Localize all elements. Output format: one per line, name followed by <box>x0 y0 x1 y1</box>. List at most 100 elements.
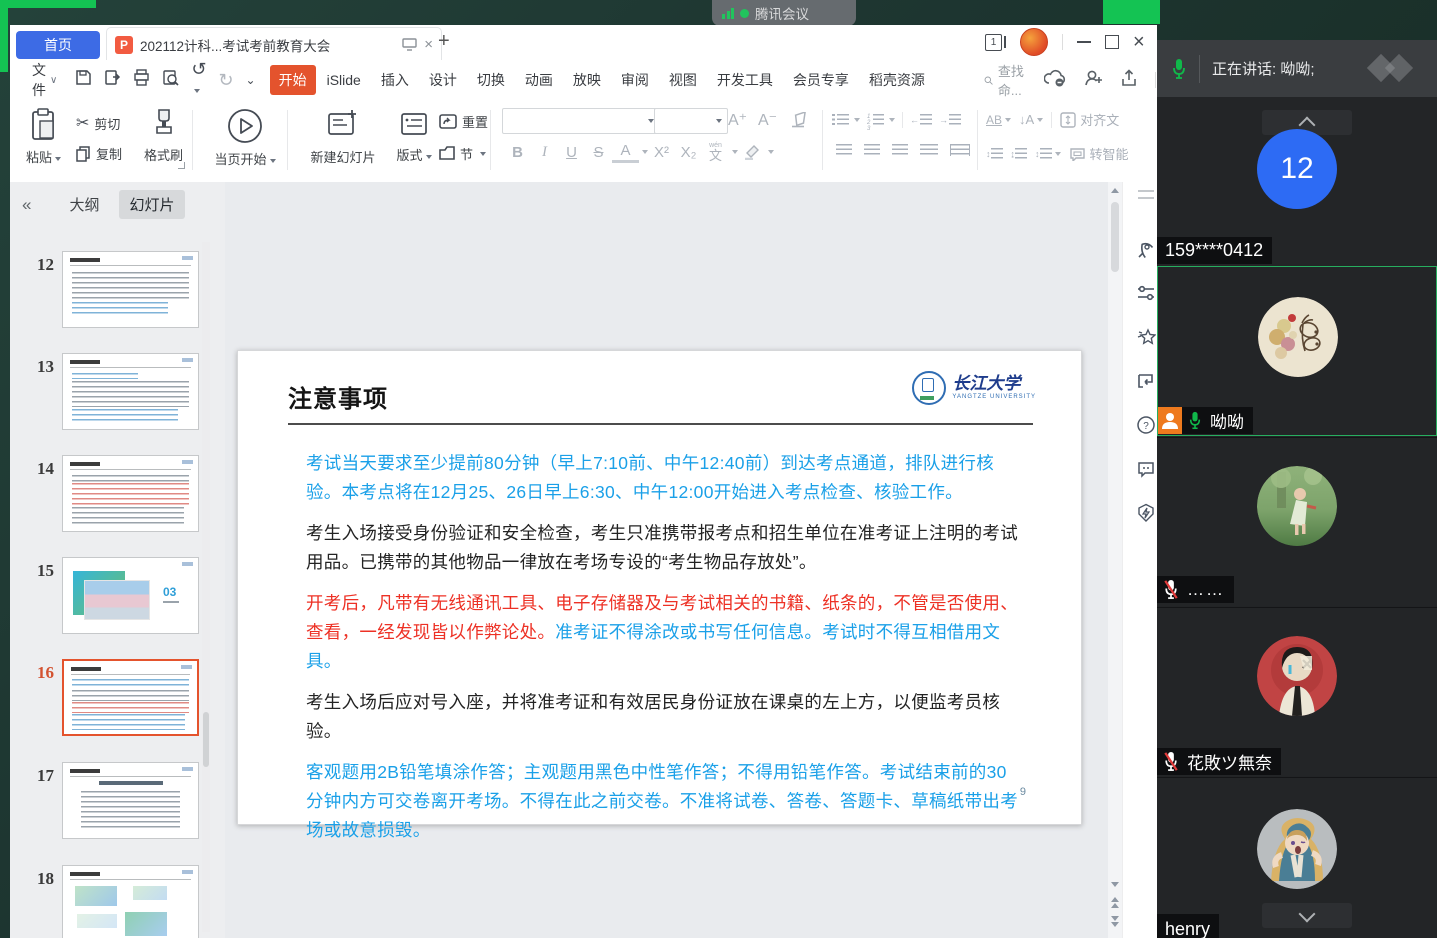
close-button[interactable]: × <box>1133 32 1145 52</box>
file-menu[interactable]: 文件 <box>32 60 46 100</box>
home-tab[interactable]: 首页 <box>16 31 100 59</box>
vertical-text-button[interactable]: ↓A <box>1019 112 1043 127</box>
tab-transition[interactable]: 切换 <box>468 65 514 95</box>
tab-devtools[interactable]: 开发工具 <box>708 65 782 95</box>
decrease-indent-button[interactable]: ← <box>910 114 932 126</box>
italic-button[interactable]: I <box>531 140 558 164</box>
new-slide-button[interactable]: 新建幻灯片 <box>300 108 386 166</box>
decrease-font-button[interactable]: A⁻ <box>754 108 781 132</box>
new-tab-button[interactable]: + <box>438 30 450 53</box>
para-space-remove-button[interactable]: ↨ <box>1011 148 1028 160</box>
section-button[interactable]: 节 <box>438 144 486 163</box>
paste-button[interactable]: 粘贴 <box>26 108 61 166</box>
tab-review[interactable]: 审阅 <box>612 65 658 95</box>
copy-button[interactable]: 复制 <box>76 144 122 163</box>
slide-thumb-14[interactable]: 14 <box>16 455 199 532</box>
save-button[interactable] <box>69 69 98 91</box>
add-user-icon[interactable] <box>1084 69 1104 92</box>
layout-button[interactable]: 版式 <box>392 108 436 164</box>
slide-thumb-18[interactable]: 18 <box>16 865 199 938</box>
align-center-button[interactable] <box>864 144 880 156</box>
redo-button[interactable]: ↻ <box>212 70 239 91</box>
slide-page[interactable]: 注意事项 长江大学 YANGTZE UNIVERSITY 考试当天要求至少提前8… <box>237 350 1082 825</box>
slide-thumb-13[interactable]: 13 <box>16 353 199 430</box>
clear-format-icon[interactable] <box>786 108 813 132</box>
clipboard-dialog-launcher[interactable] <box>178 162 185 169</box>
tab-design[interactable]: 设计 <box>420 65 466 95</box>
text-direction-button[interactable]: AB <box>986 113 1011 127</box>
numbered-list-button[interactable]: 123 <box>867 114 895 126</box>
line-spacing-button[interactable]: ↕ <box>1035 148 1061 160</box>
reset-button[interactable]: 重置 <box>438 112 488 131</box>
slides-tab[interactable]: 幻灯片 <box>119 190 184 219</box>
export-button[interactable] <box>98 69 127 91</box>
cut-button[interactable]: ✂ 剪切 <box>76 113 120 133</box>
close-tab-icon[interactable]: × <box>424 36 433 53</box>
tab-start[interactable]: 开始 <box>270 65 316 95</box>
tab-insert[interactable]: 插入 <box>372 65 418 95</box>
print-button[interactable] <box>127 69 156 91</box>
undo-button[interactable]: ↺ <box>185 59 212 101</box>
outline-tab[interactable]: 大纲 <box>59 190 109 219</box>
justify-button[interactable] <box>920 144 938 156</box>
tab-view[interactable]: 视图 <box>660 65 706 95</box>
font-size-combo[interactable] <box>654 108 728 134</box>
tab-member[interactable]: 会员专享 <box>784 65 858 95</box>
document-tab[interactable]: P 202112计科...考试考前教育大会 × <box>106 27 442 61</box>
align-left-button[interactable] <box>836 144 852 156</box>
tab-animation[interactable]: 动画 <box>516 65 562 95</box>
cloud-sync-icon[interactable] <box>1044 69 1068 92</box>
participant-tile-5[interactable]: henry <box>1157 777 1437 938</box>
strip-handle[interactable] <box>1138 190 1154 199</box>
slide-thumb-17[interactable]: 17 <box>16 762 199 839</box>
increase-font-button[interactable]: A⁺ <box>724 108 751 132</box>
present-screen-icon[interactable] <box>402 38 417 51</box>
highlight-caret[interactable] <box>768 150 774 154</box>
font-color-button[interactable]: A <box>612 141 639 163</box>
participant-tile-1[interactable]: 12 159****0412 <box>1157 97 1437 266</box>
tab-docer[interactable]: 稻壳资源 <box>860 65 934 95</box>
scroll-participants-down-button[interactable] <box>1262 903 1352 928</box>
bullet-list-button[interactable] <box>832 114 860 126</box>
strikethrough-button[interactable]: S <box>585 140 612 164</box>
align-text-button[interactable]: 对齐文 <box>1060 110 1119 129</box>
desktop-meeting-pill[interactable]: 腾讯会议 <box>712 0 856 26</box>
play-current-button[interactable]: 当页开始 <box>206 108 284 168</box>
increase-indent-button[interactable]: → <box>939 114 961 126</box>
pinyin-guide-button[interactable]: wén文 <box>702 140 729 164</box>
font-name-combo[interactable] <box>502 108 660 134</box>
tab-islide[interactable]: iSlide <box>318 67 370 93</box>
customize-toolbar-icon[interactable]: ⌄ <box>240 73 262 87</box>
participant-tile-2-speaking[interactable]: 呦呦 <box>1157 266 1437 436</box>
slide-thumb-15[interactable]: 15 03 <box>16 557 199 634</box>
collapse-panel-icon[interactable]: « <box>22 195 31 215</box>
subscript-button[interactable]: X₂ <box>675 140 702 164</box>
scroll-up-arrow[interactable] <box>1111 188 1119 193</box>
next-slide-button[interactable] <box>1108 916 1122 927</box>
highlight-button[interactable] <box>738 140 765 164</box>
maximize-button[interactable] <box>1105 35 1119 49</box>
para-space-add-button[interactable]: ↕ <box>986 148 1003 160</box>
account-avatar[interactable] <box>1020 28 1048 56</box>
participant-tile-3[interactable]: …… <box>1157 437 1437 606</box>
previous-slide-button[interactable] <box>1108 897 1122 908</box>
bold-button[interactable]: B <box>504 140 531 164</box>
canvas-scrollbar[interactable] <box>1108 182 1122 938</box>
to-smart-doc-button[interactable]: 转智能 <box>1069 144 1129 163</box>
print-preview-button[interactable] <box>156 69 185 91</box>
doc-count-indicator[interactable]: 1 <box>985 34 1006 51</box>
minimize-button[interactable] <box>1077 41 1091 43</box>
scroll-down-arrow[interactable] <box>1111 882 1119 887</box>
superscript-button[interactable]: X² <box>648 140 675 164</box>
scrollbar-thumb[interactable] <box>1111 202 1119 272</box>
slide-thumb-12[interactable]: 12 <box>16 251 199 328</box>
slide-thumb-16-selected[interactable]: 16 <box>16 659 199 736</box>
align-right-button[interactable] <box>892 144 908 156</box>
find-command[interactable]: 查找命... <box>984 61 1028 99</box>
underline-button[interactable]: U <box>558 140 585 164</box>
thumbs-scrollbar[interactable] <box>202 242 210 932</box>
participant-tile-4[interactable]: 花敗ツ無奈 <box>1157 607 1437 776</box>
format-painter-button[interactable]: 格式刷 <box>144 108 183 164</box>
distribute-button[interactable] <box>950 144 970 156</box>
share-icon[interactable] <box>1120 69 1139 92</box>
